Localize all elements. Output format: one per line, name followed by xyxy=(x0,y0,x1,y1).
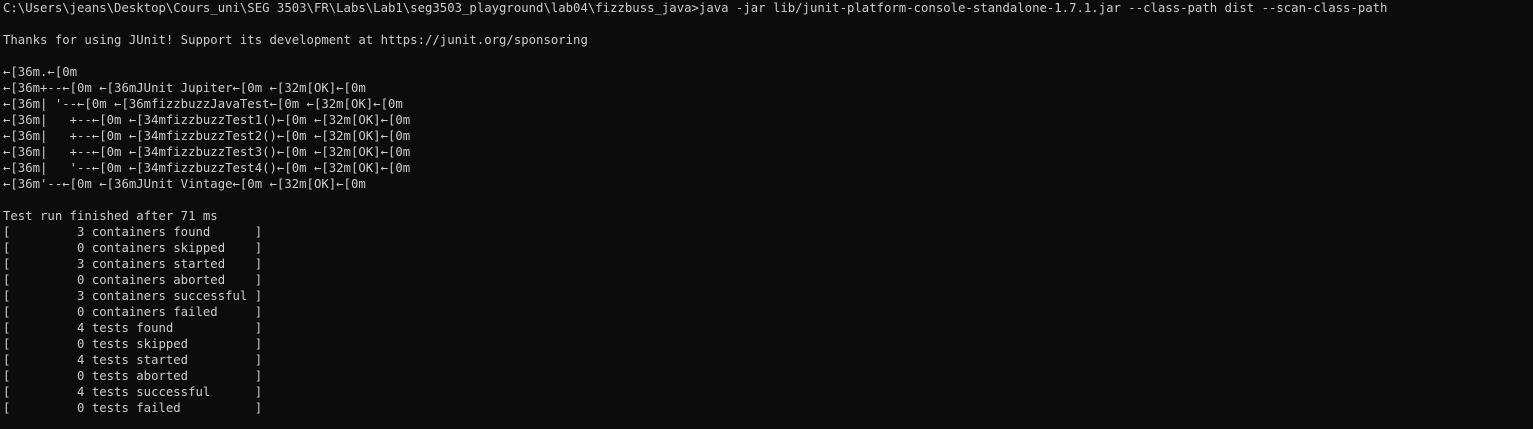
summary-line: [ 0 containers failed ] xyxy=(3,305,263,319)
test-tree-line: ←[36m| +--←[0m ←[34mfizzbuzzTest2()←[0m … xyxy=(3,129,411,143)
summary-line: [ 0 tests skipped ] xyxy=(3,337,263,351)
summary-line: [ 0 tests failed ] xyxy=(3,401,263,415)
summary-line: [ 4 tests successful ] xyxy=(3,385,263,399)
summary-line: [ 4 tests started ] xyxy=(3,353,263,367)
test-tree-line: ←[36m| +--←[0m ←[34mfizzbuzzTest3()←[0m … xyxy=(3,145,411,159)
summary-line: [ 0 tests aborted ] xyxy=(3,369,263,383)
test-tree-line: ←[36m.←[0m xyxy=(3,65,78,79)
test-tree-line: ←[36m| +--←[0m ←[34mfizzbuzzTest1()←[0m … xyxy=(3,113,411,127)
summary-header-line: Test run finished after 71 ms xyxy=(3,209,218,223)
summary-line: [ 0 containers aborted ] xyxy=(3,273,263,287)
test-tree-line: ←[36m| '--←[0m ←[36mfizzbuzzJavaTest←[0m… xyxy=(3,97,403,111)
test-tree-line: ←[36m| '--←[0m ←[34mfizzbuzzTest4()←[0m … xyxy=(3,161,411,175)
summary-line: [ 3 containers successful ] xyxy=(3,289,263,303)
output-line: Thanks for using JUnit! Support its deve… xyxy=(3,33,588,47)
summary-line: [ 4 tests found ] xyxy=(3,321,263,335)
command-prompt-line: C:\Users\jeans\Desktop\Cours_uni\SEG 350… xyxy=(3,1,1388,15)
test-tree-line: ←[36m+--←[0m ←[36mJUnit Jupiter←[0m ←[32… xyxy=(3,81,366,95)
test-tree-line: ←[36m'--←[0m ←[36mJUnit Vintage←[0m ←[32… xyxy=(3,177,366,191)
terminal-window[interactable]: C:\Users\jeans\Desktop\Cours_uni\SEG 350… xyxy=(0,0,1533,429)
summary-line: [ 3 containers found ] xyxy=(3,225,263,239)
summary-line: [ 3 containers started ] xyxy=(3,257,263,271)
summary-line: [ 0 containers skipped ] xyxy=(3,241,263,255)
